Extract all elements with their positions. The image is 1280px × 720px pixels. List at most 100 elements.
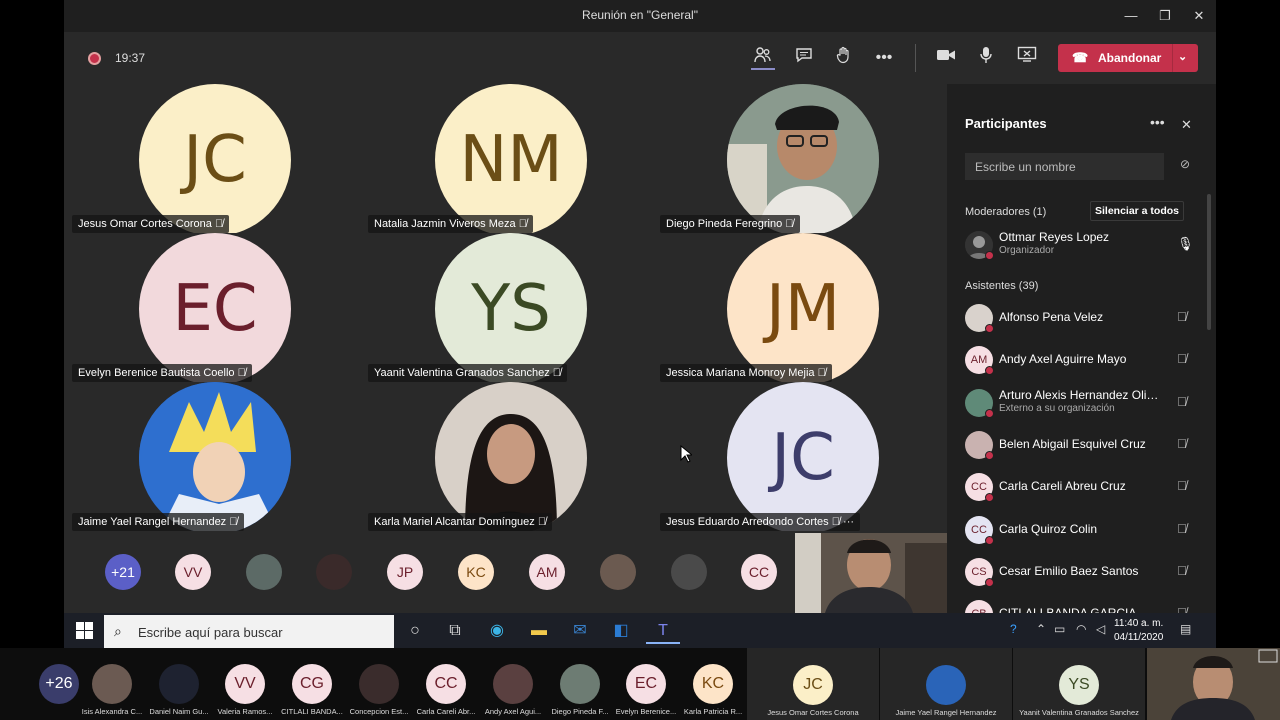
- camera-button[interactable]: [934, 46, 958, 70]
- gallery-participant-tile[interactable]: Andy Axel Agui...: [480, 648, 546, 720]
- mic-off-icon[interactable]: 🎙̸: [1177, 309, 1187, 324]
- share-screen-button[interactable]: [1015, 46, 1039, 70]
- edge-icon: ◉: [490, 622, 504, 639]
- participant-row[interactable]: CB CITLALI BANDA GARCIA 🎙̸: [965, 594, 1195, 613]
- microphone-button[interactable]: [974, 46, 998, 70]
- task-view-button[interactable]: ⧉: [438, 617, 472, 644]
- maximize-button[interactable]: ❐: [1154, 6, 1176, 26]
- gallery-participant-tile[interactable]: CG CITLALI BANDA...: [279, 648, 345, 720]
- self-video-preview[interactable]: [795, 533, 947, 613]
- windows-start-button[interactable]: [76, 622, 93, 639]
- participant-role: Organizador: [999, 245, 1055, 256]
- participant-photo-small[interactable]: [246, 554, 282, 590]
- participant-tile[interactable]: JC Jesus Omar Cortes Corona 🎙̸: [66, 84, 356, 233]
- attendees-header[interactable]: Asistentes (39): [965, 280, 1038, 292]
- gallery-participant-tile[interactable]: JC Jesus Omar Cortes Corona: [747, 648, 879, 720]
- chevron-up-icon[interactable]: ⌃: [1036, 622, 1046, 636]
- gallery-participant-tile[interactable]: Jaime Yael Rangel Hernandez: [880, 648, 1012, 720]
- panel-more-button[interactable]: •••: [1150, 114, 1165, 130]
- more-participants-badge[interactable]: +21: [105, 554, 141, 590]
- participant-tile[interactable]: Karla Mariel Alcantar Domínguez 🎙̸: [362, 382, 652, 531]
- minimize-button[interactable]: —: [1120, 6, 1142, 26]
- windows-logo-icon: [85, 622, 93, 630]
- taskbar-clock[interactable]: 11:40 a. m. 04/11/2020: [1114, 617, 1163, 645]
- leave-divider: [1172, 44, 1173, 72]
- participant-name: Carla Careli Abreu Cruz: [999, 479, 1126, 494]
- participant-tile[interactable]: Jaime Yael Rangel Hernandez 🎙̸: [66, 382, 356, 531]
- mic-on-icon[interactable]: 🎙: [1177, 236, 1194, 252]
- participant-avatar-small[interactable]: KC: [458, 554, 494, 590]
- notifications-icon[interactable]: ▤: [1180, 622, 1191, 636]
- participant-tile[interactable]: JM Jessica Mariana Monroy Mejia 🎙̸: [654, 233, 944, 382]
- gallery-participant-tile[interactable]: Concepcion Est...: [346, 648, 412, 720]
- participant-tile[interactable]: NM Natalia Jazmin Viveros Meza 🎙̸: [362, 84, 652, 233]
- windows-logo-icon: [85, 631, 93, 639]
- gallery-participant-tile[interactable]: Daniel Naim Gu...: [146, 648, 212, 720]
- mic-off-icon[interactable]: 🎙̸: [1177, 436, 1187, 451]
- mail-app[interactable]: ✉: [563, 617, 597, 644]
- chat-button[interactable]: [792, 46, 816, 70]
- participant-name: Carla Quiroz Colin: [999, 521, 1098, 536]
- participant-photo-small[interactable]: [671, 554, 707, 590]
- participant-row[interactable]: AM Andy Axel Aguirre Mayo 🎙̸: [965, 340, 1195, 380]
- panel-scrollbar[interactable]: [1207, 194, 1211, 330]
- gallery-participant-tile[interactable]: EC Evelyn Berenice...: [613, 648, 679, 720]
- wifi-icon[interactable]: ◠: [1076, 622, 1086, 636]
- participant-tile[interactable]: JC Jesus Eduardo Arredondo Cortes 🎙̸ ···: [654, 382, 944, 531]
- more-actions-button[interactable]: •••: [872, 46, 896, 70]
- gallery-participant-tile[interactable]: Diego Pineda F...: [547, 648, 613, 720]
- participant-row[interactable]: Belen Abigail Esquivel Cruz 🎙̸: [965, 425, 1195, 465]
- more-icon[interactable]: ···: [843, 516, 854, 528]
- mic-off-icon[interactable]: 🎙̸: [1177, 605, 1187, 613]
- participant-row[interactable]: CS Cesar Emilio Baez Santos 🎙̸: [965, 552, 1195, 592]
- participant-name: CITLALI BANDA...: [281, 707, 343, 716]
- outlook-app[interactable]: ◧: [604, 617, 638, 644]
- participant-row[interactable]: Ottmar Reyes Lopez Organizador 🎙: [965, 225, 1195, 265]
- participant-row[interactable]: Arturo Alexis Hernandez Oliv... Externo a…: [965, 383, 1195, 423]
- participant-avatar: YS: [435, 233, 587, 382]
- moderators-header[interactable]: Moderadores (1): [965, 206, 1046, 218]
- cortana-button[interactable]: ○: [398, 617, 432, 644]
- participant-photo-small[interactable]: [316, 554, 352, 590]
- participant-row[interactable]: CC Carla Careli Abreu Cruz 🎙̸: [965, 467, 1195, 507]
- volume-icon[interactable]: ◁: [1096, 622, 1105, 636]
- mic-off-icon[interactable]: 🎙̸: [1177, 521, 1187, 536]
- participant-tile[interactable]: Diego Pineda Feregrino 🎙̸: [654, 84, 944, 233]
- participant-row[interactable]: CC Carla Quiroz Colin 🎙̸: [965, 510, 1195, 550]
- edge-app[interactable]: ◉: [480, 617, 514, 644]
- raise-hand-button[interactable]: [832, 46, 856, 70]
- help-icon[interactable]: ?: [1010, 622, 1017, 636]
- participant-row[interactable]: Alfonso Pena Velez 🎙̸: [965, 298, 1195, 338]
- participants-icon: [754, 47, 771, 63]
- windows-taskbar: ⌕ Escribe aquí para buscar ○ ⧉ ◉ ▬ ✉ ◧ T…: [64, 613, 1216, 648]
- file-explorer-app[interactable]: ▬: [522, 617, 556, 644]
- chevron-down-icon[interactable]: ⌄: [1178, 50, 1187, 63]
- gallery-participant-tile[interactable]: CC Carla Careli Abr...: [413, 648, 479, 720]
- participants-button[interactable]: [751, 46, 775, 70]
- participant-tile[interactable]: EC Evelyn Berenice Bautista Coello 🎙̸: [66, 233, 356, 382]
- participant-avatar-small[interactable]: CC: [741, 554, 777, 590]
- mic-off-icon[interactable]: 🎙̸: [1177, 563, 1187, 578]
- gallery-participant-tile[interactable]: VV Valeria Ramos...: [212, 648, 278, 720]
- participant-tile[interactable]: YS Yaanit Valentina Granados Sanchez 🎙̸: [362, 233, 652, 382]
- gallery-participant-tile[interactable]: YS Yaanit Valentina Granados Sanchez: [1013, 648, 1145, 720]
- mic-off-icon[interactable]: 🎙̸: [1177, 351, 1187, 366]
- participant-avatar-small[interactable]: AM: [529, 554, 565, 590]
- participant-avatar-small[interactable]: VV: [175, 554, 211, 590]
- gallery-participant-tile[interactable]: KC Karla Patricia R...: [680, 648, 746, 720]
- participant-avatar-small[interactable]: JP: [387, 554, 423, 590]
- gallery-participant-tile[interactable]: Isis Alexandra C...: [79, 648, 145, 720]
- mic-off-icon[interactable]: 🎙̸: [1177, 394, 1187, 409]
- participant-search-input[interactable]: [965, 153, 1164, 180]
- share-link-icon[interactable]: ⊘: [1180, 157, 1190, 171]
- teams-app[interactable]: T: [646, 617, 680, 644]
- mute-all-button[interactable]: Silenciar a todos: [1090, 201, 1184, 221]
- network-icon[interactable]: ▭: [1054, 622, 1065, 636]
- leave-button[interactable]: ☎ Abandonar ⌄: [1058, 44, 1198, 72]
- participant-avatar: [926, 665, 966, 705]
- taskbar-search-box[interactable]: ⌕ Escribe aquí para buscar: [104, 615, 394, 648]
- close-window-button[interactable]: ✕: [1188, 6, 1210, 26]
- mic-off-icon[interactable]: 🎙̸: [1177, 478, 1187, 493]
- participant-photo-small[interactable]: [600, 554, 636, 590]
- panel-close-button[interactable]: ✕: [1181, 117, 1192, 133]
